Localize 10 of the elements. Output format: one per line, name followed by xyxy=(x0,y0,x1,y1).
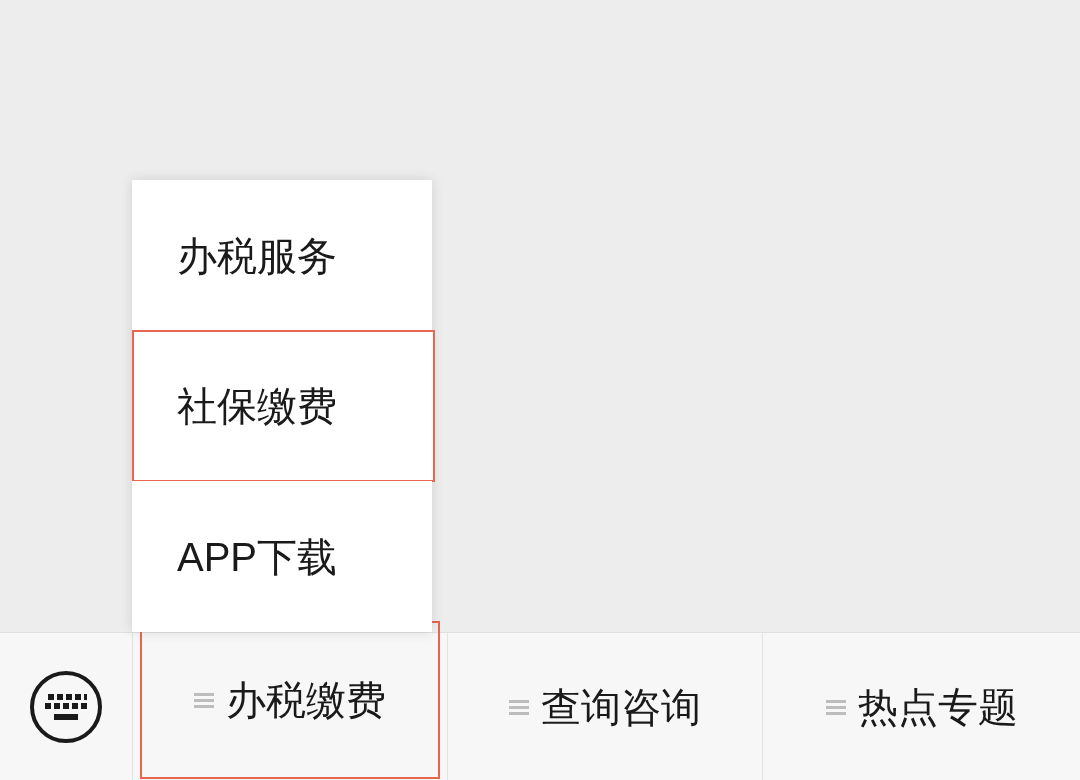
menu-icon xyxy=(194,690,214,709)
submenu-item[interactable]: 办税服务 xyxy=(132,180,432,331)
menu-icon xyxy=(509,697,529,716)
menu-icon xyxy=(825,697,846,716)
submenu-item[interactable]: 社保缴费 xyxy=(132,330,435,482)
menu-tab[interactable]: 办税缴费 xyxy=(140,620,440,779)
menu-tab[interactable]: 查询咨询 xyxy=(455,636,755,777)
keyboard-icon[interactable] xyxy=(29,669,103,744)
menu-tab[interactable]: 热点专题 xyxy=(771,636,1072,777)
submenu-item[interactable]: APP下载 xyxy=(132,481,432,632)
